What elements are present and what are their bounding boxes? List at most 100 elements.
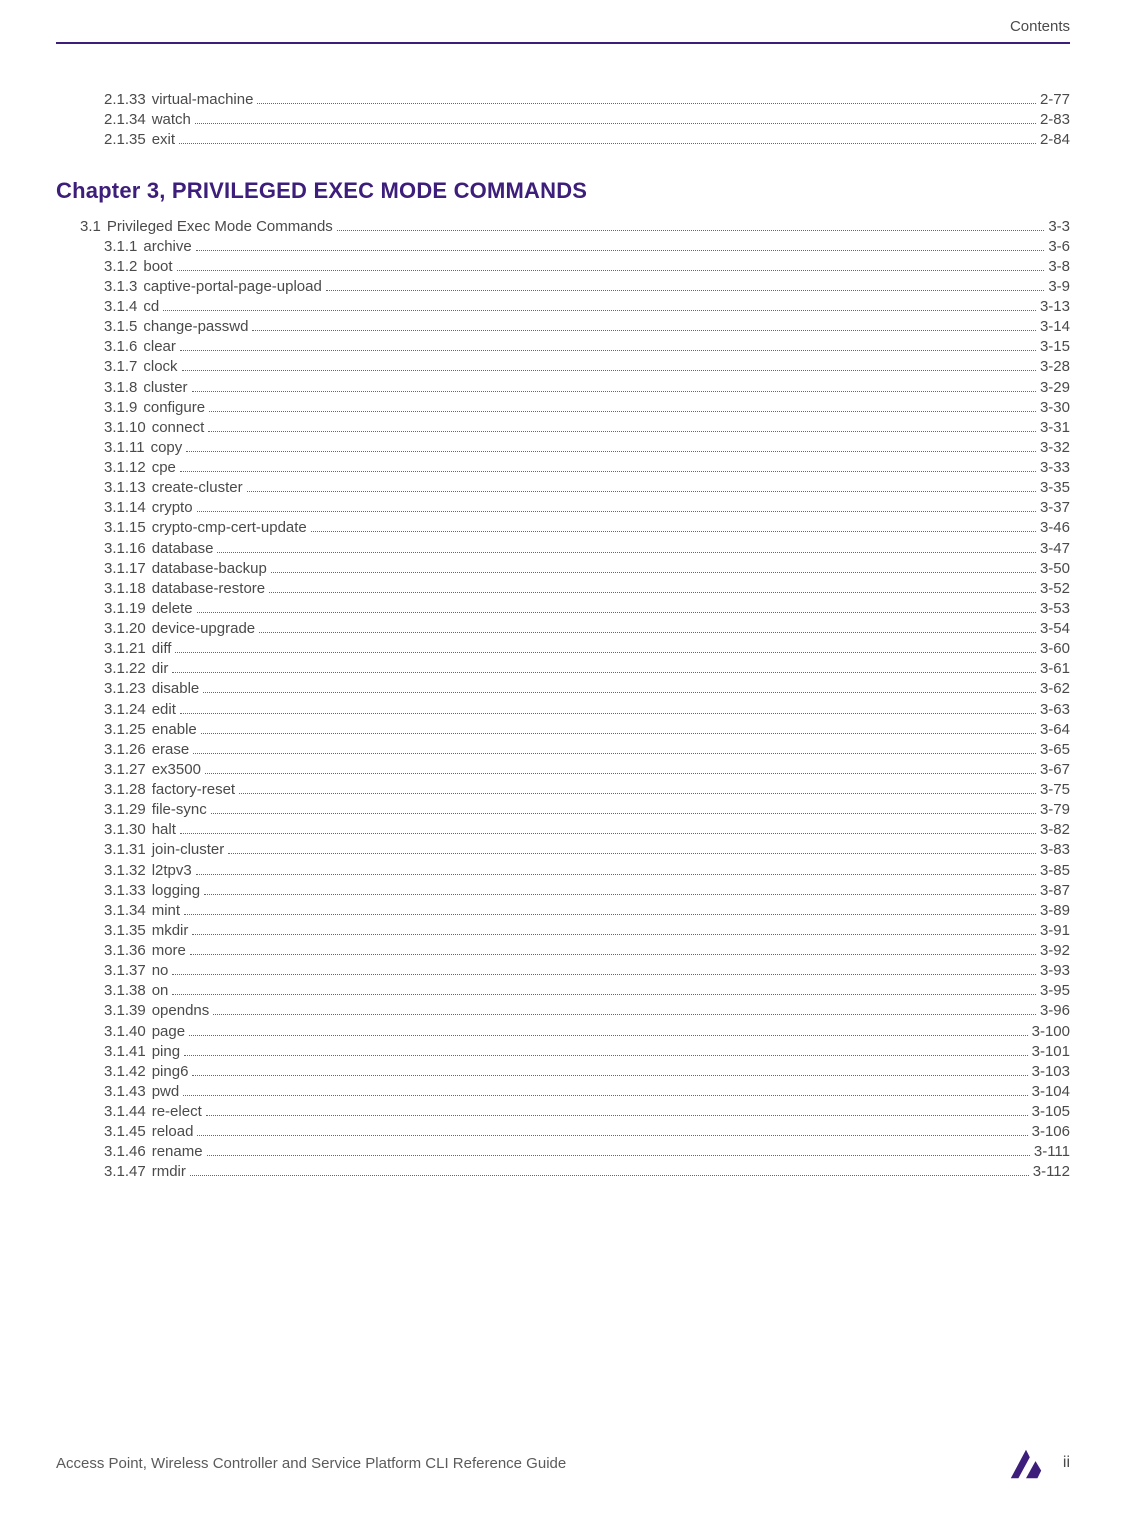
toc-entry[interactable]: 3.1.21diff3-60 <box>56 639 1070 659</box>
toc-entry[interactable]: 3.1.11copy3-32 <box>56 438 1070 458</box>
toc-entry[interactable]: 3.1.20device-upgrade3-54 <box>56 619 1070 639</box>
toc-entry[interactable]: 3.1.19delete3-53 <box>56 599 1070 619</box>
toc-entry[interactable]: 3.1.12cpe3-33 <box>56 458 1070 478</box>
toc-entry[interactable]: 3.1.2boot3-8 <box>56 257 1070 277</box>
toc-entry[interactable]: 3.1.39opendns3-96 <box>56 1001 1070 1021</box>
toc-entry-number: 3.1.33 <box>104 883 146 899</box>
toc-entry-number: 3.1.30 <box>104 822 146 838</box>
toc-entry[interactable]: 3.1.31join-cluster3-83 <box>56 840 1070 860</box>
toc-entry[interactable]: 3.1.37no3-93 <box>56 961 1070 981</box>
toc-leader-dots <box>182 362 1036 371</box>
toc-entry-title: configure <box>137 400 205 416</box>
toc-entry-page: 3-103 <box>1032 1064 1070 1080</box>
toc-entry-number: 3.1.47 <box>104 1164 146 1180</box>
toc-entry-title: cpe <box>146 460 176 476</box>
toc-entry[interactable]: 3.1.36more3-92 <box>56 941 1070 961</box>
toc-entry[interactable]: 3.1.18database-restore3-52 <box>56 579 1070 599</box>
toc-entry[interactable]: 3.1.14crypto3-37 <box>56 498 1070 518</box>
toc-entry-page: 3-9 <box>1048 279 1070 295</box>
toc-entry[interactable]: 2.1.34watch2-83 <box>56 110 1070 130</box>
toc-entry[interactable]: 3.1.15crypto-cmp-cert-update3-46 <box>56 518 1070 538</box>
toc-entry-page: 3-91 <box>1040 923 1070 939</box>
toc-entry[interactable]: 3.1.9configure3-30 <box>56 398 1070 418</box>
toc-entry-number: 3.1.18 <box>104 581 146 597</box>
toc-entry[interactable]: 3.1.16database3-47 <box>56 538 1070 558</box>
toc-leader-dots <box>180 825 1036 834</box>
toc-entry[interactable]: 3.1.29file-sync3-79 <box>56 800 1070 820</box>
toc-entry-title: diff <box>146 641 172 657</box>
toc-entry[interactable]: 3.1.38on3-95 <box>56 981 1070 1001</box>
toc-leader-dots <box>196 242 1045 251</box>
toc-leader-dots <box>213 1006 1036 1015</box>
toc-entry[interactable]: 2.1.33virtual-machine2-77 <box>56 90 1070 110</box>
toc-entry[interactable]: 3.1.47rmdir3-112 <box>56 1162 1070 1182</box>
toc-entry-page: 3-50 <box>1040 561 1070 577</box>
toc-entry-number: 3.1.46 <box>104 1144 146 1160</box>
toc-entry-page: 3-67 <box>1040 762 1070 778</box>
toc-entry[interactable]: 3.1.28factory-reset3-75 <box>56 780 1070 800</box>
toc-entry[interactable]: 3.1.1archive3-6 <box>56 237 1070 257</box>
toc-entry[interactable]: 3.1.34mint3-89 <box>56 901 1070 921</box>
toc-entry-title: exit <box>146 132 175 148</box>
toc-entry[interactable]: 3.1.3captive-portal-page-upload3-9 <box>56 277 1070 297</box>
toc-entry-title: ping <box>146 1044 180 1060</box>
toc-entry[interactable]: 3.1.25enable3-64 <box>56 720 1070 740</box>
toc-entry[interactable]: 3.1.24edit3-63 <box>56 699 1070 719</box>
toc-entry[interactable]: 2.1.35exit2-84 <box>56 130 1070 150</box>
toc-entry-number: 3.1 <box>80 219 101 235</box>
toc-entry-title: change-passwd <box>137 319 248 335</box>
toc-entry[interactable]: 3.1.27ex35003-67 <box>56 760 1070 780</box>
toc-entry[interactable]: 3.1.8cluster3-29 <box>56 377 1070 397</box>
toc-leader-dots <box>183 1087 1027 1096</box>
toc-entry-page: 3-101 <box>1032 1044 1070 1060</box>
toc-entry-title: archive <box>137 239 191 255</box>
toc-entry-page: 3-61 <box>1040 661 1070 677</box>
toc-leader-dots <box>177 262 1045 271</box>
toc-entry-title: Privileged Exec Mode Commands <box>101 219 333 235</box>
toc-entry-page: 3-92 <box>1040 943 1070 959</box>
toc-entry-page: 3-32 <box>1040 440 1070 456</box>
toc-entry-page: 3-8 <box>1048 259 1070 275</box>
toc-leader-dots <box>257 95 1036 104</box>
toc-leader-dots <box>192 383 1036 392</box>
toc-leader-dots <box>326 282 1044 291</box>
toc-entry[interactable]: 3.1.46rename3-111 <box>56 1142 1070 1162</box>
toc-entry-number: 2.1.35 <box>104 132 146 148</box>
toc-entry[interactable]: 3.1Privileged Exec Mode Commands3-3 <box>56 216 1070 236</box>
toc-entry[interactable]: 3.1.45reload3-106 <box>56 1122 1070 1142</box>
toc-entry[interactable]: 3.1.17database-backup3-50 <box>56 559 1070 579</box>
toc-entry[interactable]: 3.1.22dir3-61 <box>56 659 1070 679</box>
toc-entry[interactable]: 3.1.26erase3-65 <box>56 740 1070 760</box>
toc-entry[interactable]: 3.1.6clear3-15 <box>56 337 1070 357</box>
toc-leader-dots <box>193 745 1036 754</box>
toc-entry[interactable]: 3.1.13create-cluster3-35 <box>56 478 1070 498</box>
toc-entry[interactable]: 3.1.35mkdir3-91 <box>56 921 1070 941</box>
toc-entry-page: 3-52 <box>1040 581 1070 597</box>
toc-entry[interactable]: 3.1.33logging3-87 <box>56 881 1070 901</box>
toc-entry[interactable]: 3.1.32l2tpv33-85 <box>56 860 1070 880</box>
toc-entry[interactable]: 3.1.10connect3-31 <box>56 418 1070 438</box>
toc-entry-number: 3.1.16 <box>104 541 146 557</box>
toc-entry-number: 3.1.43 <box>104 1084 146 1100</box>
toc-leader-dots <box>206 1107 1028 1116</box>
toc-leader-dots <box>179 135 1036 144</box>
toc-leader-dots <box>203 684 1036 693</box>
toc-entry[interactable]: 3.1.4cd3-13 <box>56 297 1070 317</box>
toc-entry[interactable]: 3.1.40page3-100 <box>56 1021 1070 1041</box>
toc-entry-page: 3-87 <box>1040 883 1070 899</box>
toc-entry[interactable]: 3.1.43pwd3-104 <box>56 1082 1070 1102</box>
toc-entry[interactable]: 3.1.44re-elect3-105 <box>56 1102 1070 1122</box>
toc-entry-page: 3-82 <box>1040 822 1070 838</box>
toc-entry[interactable]: 3.1.23disable3-62 <box>56 679 1070 699</box>
toc-entry[interactable]: 3.1.30halt3-82 <box>56 820 1070 840</box>
toc-entry[interactable]: 3.1.7clock3-28 <box>56 357 1070 377</box>
toc-leader-dots <box>269 584 1036 593</box>
toc-entry[interactable]: 3.1.41ping3-101 <box>56 1042 1070 1062</box>
toc-entry-title: clear <box>137 339 176 355</box>
chapter-heading: Chapter 3, PRIVILEGED EXEC MODE COMMANDS <box>56 150 1070 216</box>
toc-entry-page: 3-28 <box>1040 359 1070 375</box>
toc-entry[interactable]: 3.1.42ping63-103 <box>56 1062 1070 1082</box>
toc-leader-dots <box>175 644 1036 653</box>
toc-entry-title: pwd <box>146 1084 180 1100</box>
toc-entry[interactable]: 3.1.5change-passwd3-14 <box>56 317 1070 337</box>
